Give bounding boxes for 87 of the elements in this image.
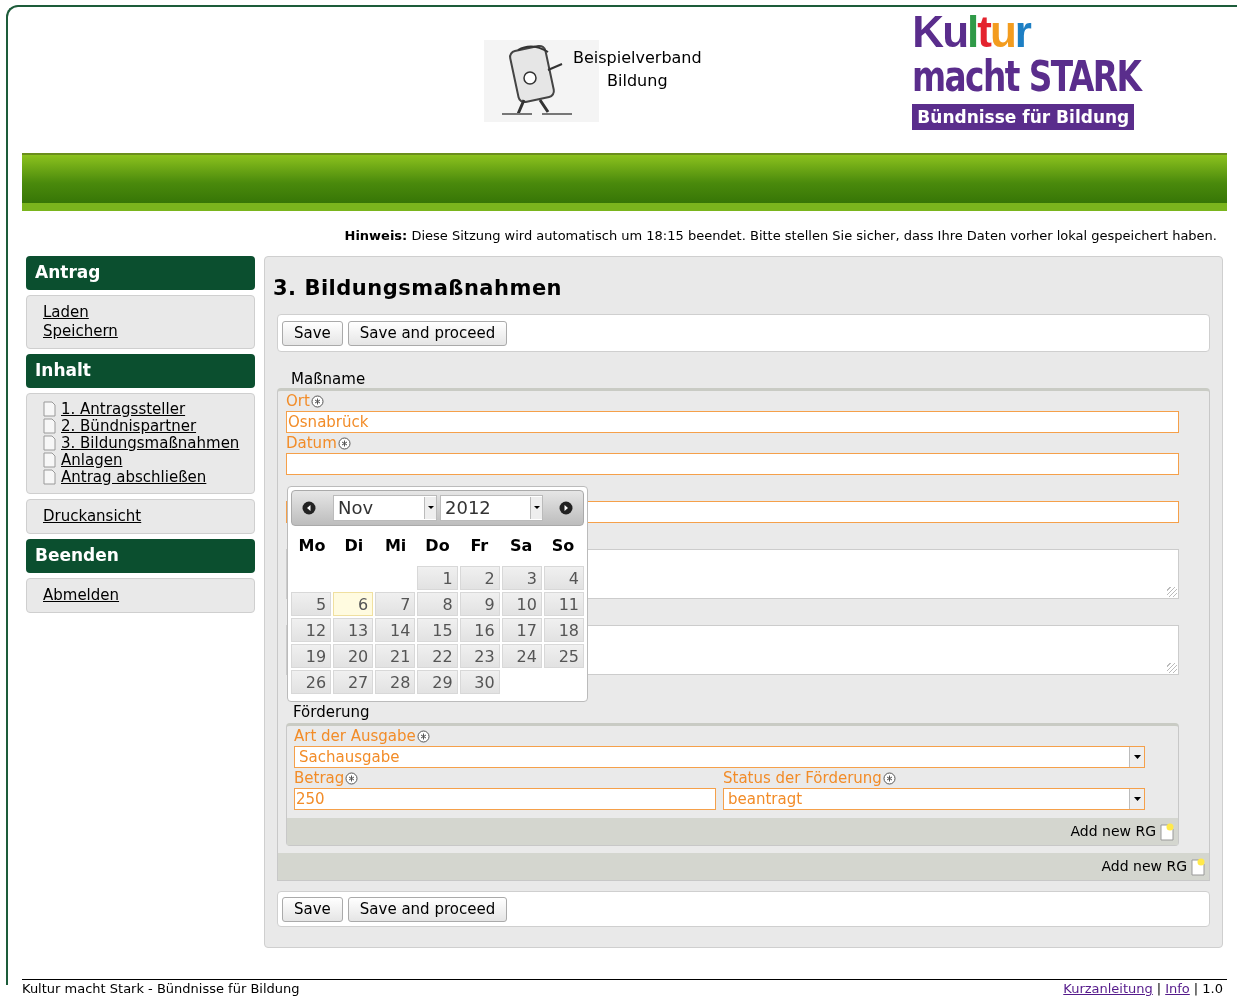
sidebar-link[interactable]: Antrag abschließen [61,468,207,486]
calendar-day[interactable]: 9 [459,591,500,616]
calendar-day[interactable]: 27 [333,669,374,694]
footer-link[interactable]: Kurzanleitung [1063,980,1153,996]
field-label: Ort [286,390,310,412]
weekday-label: Fr [470,534,489,557]
calendar-day[interactable]: 18 [543,617,584,642]
calendar-day[interactable]: 19 [291,643,332,668]
field-label: Art der Ausgabe [294,725,416,747]
select-field[interactable]: Nov [333,494,437,521]
calendar-day[interactable]: 12 [291,617,332,642]
calendar-day[interactable]: 8 [417,591,458,616]
calendar-day[interactable]: 26 [291,669,332,694]
calendar-day[interactable]: 21 [375,643,416,668]
document-icon [43,469,56,485]
calendar-day[interactable]: 5 [291,591,332,616]
calendar-day[interactable]: 2 [459,565,500,590]
caret-icon [1133,755,1141,759]
calendar-day[interactable]: 6 [333,591,374,616]
calendar-day[interactable]: 28 [375,669,416,694]
sidebar-link[interactable]: Laden [43,302,89,322]
document-icon [43,435,56,451]
previous-month-icon[interactable] [302,500,316,515]
document-icon [43,401,56,417]
organization-name: Beispielverband Bildung [573,47,702,92]
footer-text: | 1.0 [1192,980,1224,996]
weekday-label: Do [425,534,450,557]
sidebar-link[interactable]: Anlagen [61,451,123,469]
sidebar-link[interactable]: Speichern [43,321,118,341]
sidebar-heading: Beenden [26,538,255,573]
section-legend: Förderung [278,701,1209,721]
section-legend: Maßname [277,368,1210,388]
footer-link[interactable]: Info [1165,980,1190,996]
new-document-icon[interactable] [1191,857,1205,876]
page-title: 3. Bildungsmaßnahmen [273,274,564,302]
caret-icon [1133,797,1141,801]
field-label: Betrag [294,767,345,789]
calendar-day[interactable]: 1 [417,565,458,590]
calendar-day[interactable]: 11 [543,591,584,616]
new-document-icon[interactable] [1160,822,1174,841]
field-label: Datum [286,432,337,454]
calendar-day[interactable]: 13 [333,617,374,642]
weekday-label: Sa [510,534,533,557]
button[interactable]: Save and proceed [347,896,508,922]
add-link[interactable]: Add new RG [1101,856,1187,877]
button[interactable]: Save and proceed [347,320,508,346]
footer-text: | [1155,980,1163,996]
footer-text: Kultur macht Stark - Bündnisse für Bildung [22,980,300,996]
document-icon [43,452,56,468]
calendar-day[interactable]: 14 [375,617,416,642]
weekday-label: Mi [384,534,407,557]
field-label: Status der Förderung [723,767,882,789]
calendar-day[interactable]: 16 [459,617,500,642]
calendar-day[interactable]: 22 [417,643,458,668]
calendar-day[interactable]: 4 [543,565,584,590]
button[interactable]: Save [282,896,343,922]
calendar-day[interactable]: 30 [459,669,500,694]
document-icon [43,418,56,434]
sidebar-link[interactable]: Abmelden [43,585,120,605]
caret-icon [533,506,540,509]
session-notice: Hinweis: Diese Sitzung wird automatisch um 18:15 beendet. Bitte stellen Sie sicher, dass Ihre Daten vorher lokal gespeichert haben. [344,227,1217,245]
calendar-day[interactable]: 29 [417,669,458,694]
sidebar-heading: Antrag [26,255,255,290]
sidebar-link[interactable]: Druckansicht [43,506,142,526]
calendar-day[interactable]: 3 [501,565,542,590]
weekday-label: Mo [298,534,326,557]
sidebar-link[interactable]: 2. Bündnispartner [61,417,197,435]
kultur-macht-stark-logo: Kultur macht STARK Bündnisse für Bildung [912,10,1205,130]
calendar-day[interactable]: 15 [417,617,458,642]
caret-icon [427,506,434,509]
calendar-day[interactable]: 17 [501,617,542,642]
weekday-label: So [551,534,575,557]
text-field[interactable] [286,453,1179,475]
sidebar-link[interactable]: 3. Bildungsmaßnahmen [61,434,240,452]
sidebar-link[interactable]: 1. Antragssteller [61,400,186,418]
button[interactable]: Save [282,320,343,346]
calendar-day[interactable]: 20 [333,643,374,668]
add-link[interactable]: Add new RG [1070,821,1156,842]
weekday-label: Di [344,534,364,557]
calendar-day[interactable]: 24 [501,643,542,668]
calendar-day[interactable]: 7 [375,591,416,616]
calendar-day[interactable]: 25 [543,643,584,668]
calendar-day[interactable]: 23 [459,643,500,668]
sidebar-heading: Inhalt [26,353,255,388]
select-field[interactable]: 2012 [440,494,543,521]
next-month-icon[interactable] [559,500,573,515]
calendar-day[interactable]: 10 [501,591,542,616]
